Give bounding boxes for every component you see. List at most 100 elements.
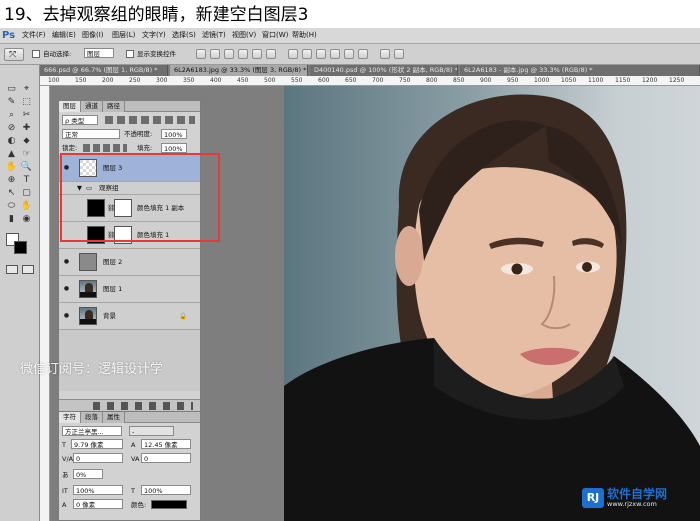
lock-icons[interactable] bbox=[83, 144, 127, 152]
ruler-label-15: 850 bbox=[453, 77, 465, 84]
character-panel-tab-0[interactable]: 字符 bbox=[59, 412, 81, 423]
layer-row[interactable]: ● 图层 1 bbox=[59, 276, 200, 303]
blend-mode-dropdown[interactable]: 正常 bbox=[62, 129, 120, 139]
show-transform-checkbox[interactable] bbox=[126, 50, 134, 58]
quick-mask-icon[interactable] bbox=[6, 265, 18, 274]
font-family-dropdown[interactable]: 方正兰亭黑... bbox=[62, 426, 122, 436]
fill-input[interactable]: 100% bbox=[161, 143, 187, 153]
menu-item-5[interactable]: 选择(S) bbox=[172, 28, 196, 43]
document-tab-2[interactable]: D400140.psd @ 100% (形状 2 副本, RGB/8) * bbox=[310, 65, 458, 76]
menu-item-2[interactable]: 图像(I) bbox=[82, 28, 104, 43]
tool-icon-19[interactable]: ✋ bbox=[20, 200, 33, 213]
tool-icon-2[interactable]: ✎ bbox=[5, 96, 18, 109]
screen-mode-icon[interactable] bbox=[22, 265, 34, 274]
text-color-swatch[interactable] bbox=[151, 500, 187, 509]
tool-icon-7[interactable]: ✚ bbox=[20, 122, 33, 135]
horizontal-scale-input[interactable]: 100% bbox=[141, 485, 191, 495]
tool-icon-6[interactable]: ⊘ bbox=[5, 122, 18, 135]
tool-icon-17[interactable]: ▢ bbox=[20, 187, 33, 200]
layer-row[interactable]: ● 图层 2 bbox=[59, 249, 200, 276]
align-button-3[interactable] bbox=[238, 49, 248, 59]
tool-icon-5[interactable]: ✂ bbox=[20, 109, 33, 122]
align-button-2[interactable] bbox=[224, 49, 234, 59]
tool-icon-13[interactable]: 🔍 bbox=[20, 161, 33, 174]
layers-panel-tab-1[interactable]: 通道 bbox=[81, 101, 103, 112]
tool-icon-0[interactable]: ▭ bbox=[5, 83, 18, 96]
tsume-input[interactable]: 0% bbox=[73, 469, 103, 479]
layer-name[interactable]: 图层 1 bbox=[103, 284, 122, 294]
align-button-6[interactable] bbox=[288, 49, 298, 59]
visibility-eye-icon[interactable]: ● bbox=[62, 284, 71, 293]
document-tab-0[interactable]: 666.psd @ 66.7% (图层 1, RGB/8) * bbox=[40, 65, 168, 76]
tool-icon-11[interactable]: ☞ bbox=[20, 148, 33, 161]
leading-input[interactable]: 12.45 像素 bbox=[141, 439, 191, 449]
menu-item-6[interactable]: 滤镜(T) bbox=[202, 28, 226, 43]
align-button-12[interactable] bbox=[380, 49, 390, 59]
layer-name[interactable]: 背景 bbox=[103, 311, 116, 321]
fill-label: 填充: bbox=[137, 144, 153, 152]
layers-panel-tab-0[interactable]: 图层 bbox=[59, 101, 81, 112]
layer-action-icons[interactable] bbox=[93, 402, 193, 410]
layer-filter-dropdown[interactable]: ρ 类型 bbox=[62, 115, 98, 125]
tool-icon-16[interactable]: ↖ bbox=[5, 187, 18, 200]
menu-item-0[interactable]: 文件(F) bbox=[22, 28, 46, 43]
align-button-7[interactable] bbox=[302, 49, 312, 59]
ruler-label-4: 300 bbox=[156, 77, 168, 84]
align-button-4[interactable] bbox=[252, 49, 262, 59]
tool-icon-1[interactable]: ⌖ bbox=[20, 83, 33, 96]
tool-icon-12[interactable]: ✋ bbox=[5, 161, 18, 174]
auto-select-dropdown[interactable]: 图层 bbox=[84, 48, 114, 58]
site-logo-url: www.rjzxw.com bbox=[607, 500, 657, 508]
align-button-10[interactable] bbox=[344, 49, 354, 59]
layer-thumbnail bbox=[79, 280, 97, 298]
visibility-eye-icon[interactable]: ● bbox=[62, 257, 71, 266]
vertical-scale-input[interactable]: 100% bbox=[73, 485, 123, 495]
menu-item-9[interactable]: 帮助(H) bbox=[292, 28, 317, 43]
menu-item-3[interactable]: 图层(L) bbox=[112, 28, 135, 43]
align-button-8[interactable] bbox=[316, 49, 326, 59]
menu-item-8[interactable]: 窗口(W) bbox=[262, 28, 288, 43]
character-panel-tab-1[interactable]: 段落 bbox=[81, 412, 103, 423]
menu-item-7[interactable]: 视图(V) bbox=[232, 28, 256, 43]
foreground-color-swatch[interactable] bbox=[14, 241, 27, 254]
tool-icon-21[interactable]: ◉ bbox=[20, 213, 33, 226]
ruler-label-22: 1200 bbox=[642, 77, 658, 84]
tool-icon-18[interactable]: ⬭ bbox=[5, 200, 18, 213]
font-style-dropdown[interactable]: - bbox=[129, 426, 174, 436]
layer-row[interactable]: ● 背景 🔒 bbox=[59, 303, 200, 330]
align-button-9[interactable] bbox=[330, 49, 340, 59]
tool-icon-8[interactable]: ◐ bbox=[5, 135, 18, 148]
auto-select-checkbox[interactable] bbox=[32, 50, 40, 58]
align-button-1[interactable] bbox=[210, 49, 220, 59]
ruler-label-14: 800 bbox=[426, 77, 438, 84]
kerning-input[interactable]: 0 bbox=[73, 453, 123, 463]
document-tab-3[interactable]: 6L2A6183 - 副本.jpg @ 33.3% (RGB/8) * bbox=[460, 65, 700, 76]
ruler-label-16: 900 bbox=[480, 77, 492, 84]
ruler-label-6: 400 bbox=[210, 77, 222, 84]
visibility-eye-icon[interactable]: ● bbox=[62, 311, 71, 320]
character-panel-tab-2[interactable]: 属性 bbox=[103, 412, 125, 423]
tool-icon-9[interactable]: ⬥ bbox=[20, 135, 33, 148]
font-size-input[interactable]: 9.79 像素 bbox=[71, 439, 123, 449]
align-button-13[interactable] bbox=[394, 49, 404, 59]
baseline-shift-input[interactable]: 0 像素 bbox=[73, 499, 123, 509]
tool-icon-14[interactable]: ⊕ bbox=[5, 174, 18, 187]
tool-icon-3[interactable]: ⬚ bbox=[20, 96, 33, 109]
align-button-5[interactable] bbox=[266, 49, 276, 59]
tool-icon-20[interactable]: ▮ bbox=[5, 213, 18, 226]
layers-panel-tab-2[interactable]: 路径 bbox=[103, 101, 125, 112]
align-button-11[interactable] bbox=[358, 49, 368, 59]
tracking-input[interactable]: 0 bbox=[141, 453, 191, 463]
move-tool-preset-button[interactable]: ⤧ bbox=[4, 48, 24, 61]
opacity-input[interactable]: 100% bbox=[161, 129, 187, 139]
menu-item-4[interactable]: 文字(Y) bbox=[142, 28, 166, 43]
layer-filter-row: ρ 类型 bbox=[59, 113, 200, 127]
align-button-0[interactable] bbox=[196, 49, 206, 59]
tool-icon-15[interactable]: T bbox=[20, 174, 33, 187]
tool-icon-4[interactable]: ⌕ bbox=[5, 109, 18, 122]
layer-filter-icons[interactable] bbox=[105, 116, 195, 124]
menu-item-1[interactable]: 编辑(E) bbox=[52, 28, 76, 43]
tool-icon-10[interactable]: ▲ bbox=[5, 148, 18, 161]
layer-name[interactable]: 图层 2 bbox=[103, 257, 122, 267]
document-tab-1[interactable]: 6L2A6183.jpg @ 33.3% (图层 3, RGB/8) * bbox=[170, 65, 308, 76]
